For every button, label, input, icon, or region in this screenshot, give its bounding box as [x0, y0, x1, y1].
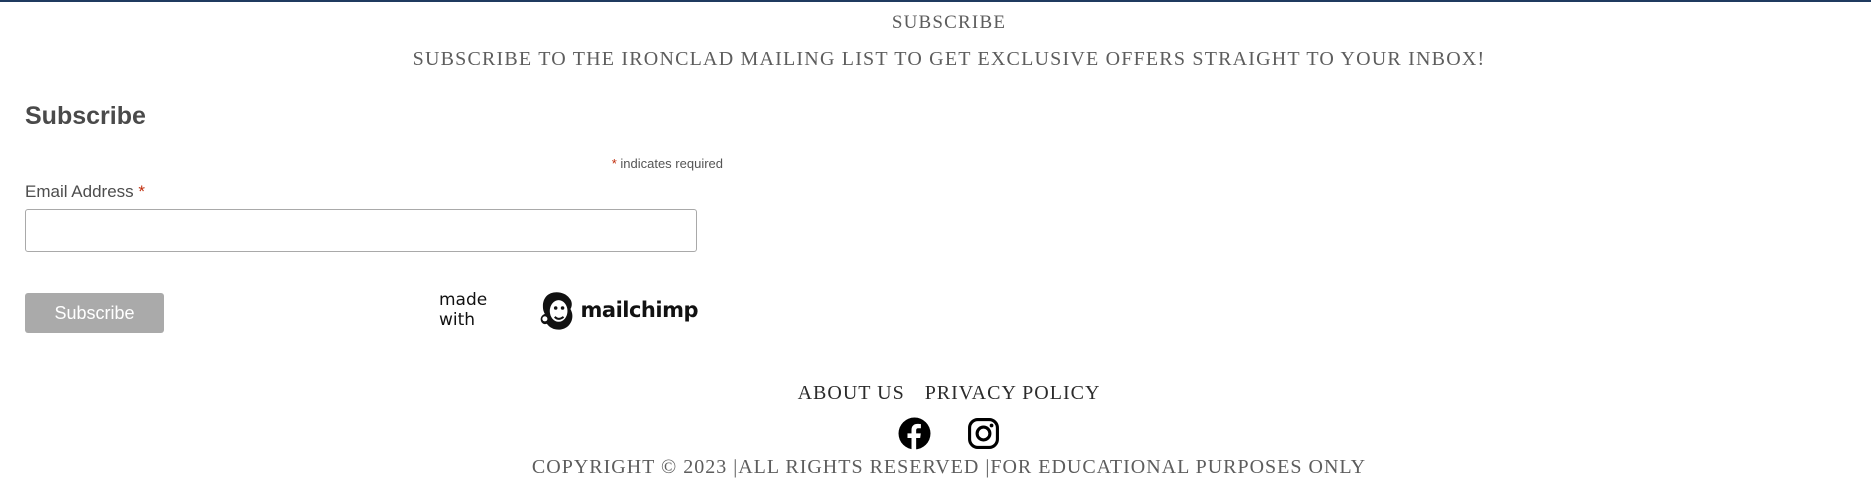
form-title: Subscribe	[25, 102, 146, 130]
instagram-link[interactable]	[967, 417, 1000, 450]
social-links	[0, 417, 1871, 450]
required-note: * indicates required	[612, 156, 723, 171]
subscribe-button[interactable]: Subscribe	[25, 293, 164, 333]
mailchimp-wordmark: mailchimp	[580, 298, 699, 322]
mailchimp-badge-link[interactable]: made with mailchimp	[439, 286, 699, 334]
email-required-asterisk: *	[138, 182, 146, 201]
made-with-text: made with	[439, 290, 488, 330]
copyright-text: COPYRIGHT © 2023 |ALL RIGHTS RESERVED |F…	[531, 456, 1367, 478]
footer-nav: ABOUT US PRIVACY POLICY	[0, 382, 1871, 405]
instagram-icon	[968, 418, 999, 449]
section-heading: SUBSCRIBE	[891, 12, 1007, 33]
facebook-icon	[898, 417, 931, 450]
required-note-text: indicates required	[616, 156, 723, 171]
mailchimp-freddie-icon	[540, 292, 573, 330]
email-label-text: Email Address	[25, 182, 139, 201]
email-label: Email Address *	[25, 182, 145, 202]
facebook-link[interactable]	[898, 417, 931, 450]
section-tagline: SUBSCRIBE TO THE IRONCLAD MAILING LIST T…	[412, 48, 1486, 70]
top-divider	[0, 0, 1871, 2]
footer-link-about-us[interactable]: ABOUT US	[798, 382, 905, 404]
footer-link-privacy-policy[interactable]: PRIVACY POLICY	[925, 382, 1101, 404]
email-field[interactable]	[25, 209, 697, 252]
